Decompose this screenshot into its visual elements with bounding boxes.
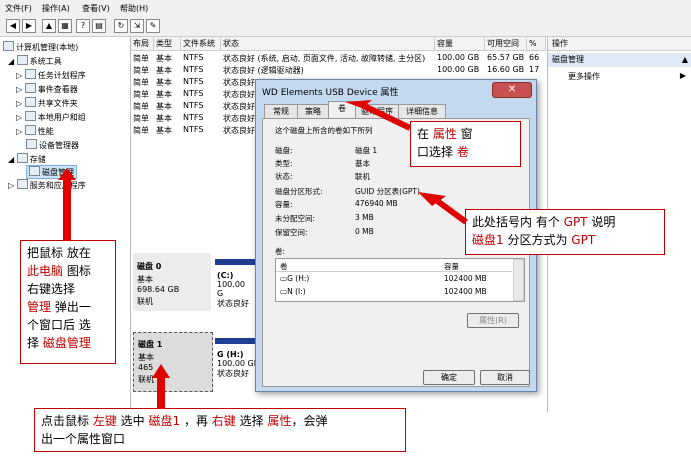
annotation-arrows [58, 100, 468, 409]
arrow-to-volumes-tab [345, 100, 412, 131]
arrow-to-disk1 [152, 364, 170, 409]
arrow-to-disk-management [58, 168, 76, 241]
arrow-to-gpt [418, 192, 468, 225]
